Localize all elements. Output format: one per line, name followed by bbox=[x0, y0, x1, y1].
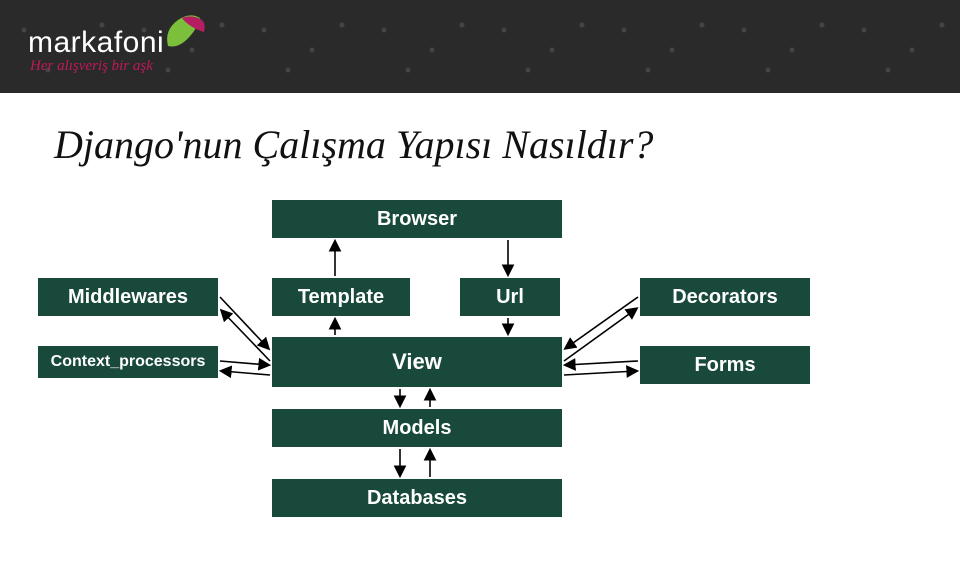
box-models: Models bbox=[272, 409, 562, 447]
box-browser: Browser bbox=[272, 200, 562, 238]
box-context-processors: Context_processors bbox=[38, 346, 218, 378]
box-template: Template bbox=[272, 278, 410, 316]
box-forms: Forms bbox=[640, 346, 810, 384]
header-bar: markafoni Her alışveriş bir aşk bbox=[0, 0, 960, 93]
box-decorators: Decorators bbox=[640, 278, 810, 316]
slide-title: Django'nun Çalışma Yapısı Nasıldır? bbox=[54, 121, 653, 168]
leaf-icon bbox=[162, 18, 208, 54]
slide-body: Django'nun Çalışma Yapısı Nasıldır? Brow… bbox=[0, 93, 960, 579]
brand-logo: markafoni bbox=[28, 18, 208, 60]
brand-tagline: Her alışveriş bir aşk bbox=[30, 58, 153, 75]
box-url: Url bbox=[460, 278, 560, 316]
box-view: View bbox=[272, 337, 562, 387]
brand-name: markafoni bbox=[28, 26, 164, 60]
box-middlewares: Middlewares bbox=[38, 278, 218, 316]
box-databases: Databases bbox=[272, 479, 562, 517]
